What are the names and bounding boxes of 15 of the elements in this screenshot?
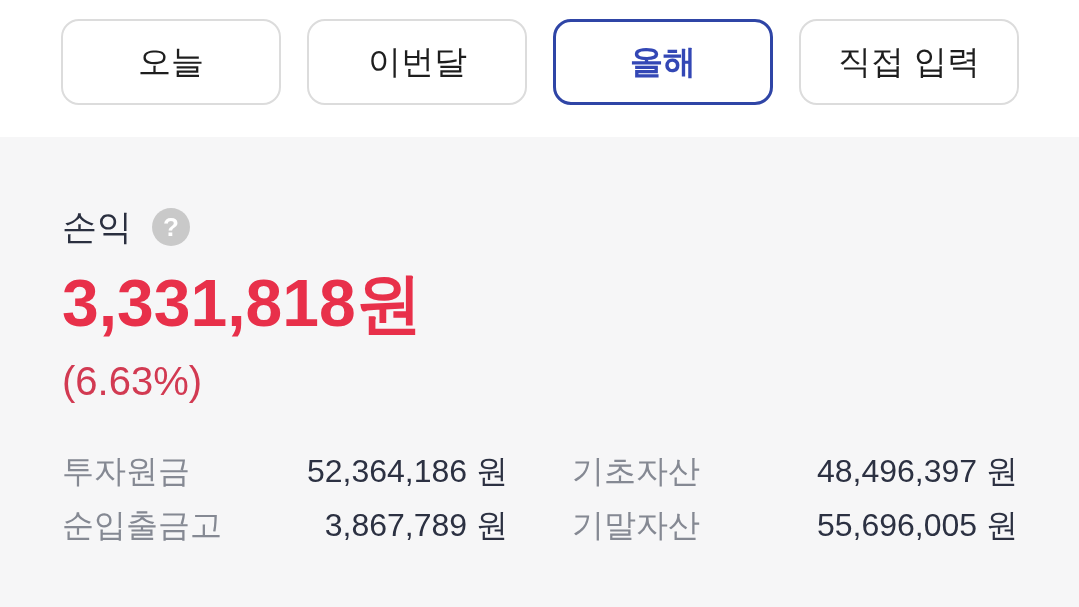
stat-value: 52,364,186 원 — [306, 452, 508, 491]
stat-label: 순입출금고 — [62, 506, 222, 545]
stat-label: 투자원금 — [62, 452, 190, 491]
profit-rate: (6.63%) — [62, 358, 203, 405]
stat-value: 3,867,789 원 — [324, 506, 508, 545]
stat-value: 55,696,005 원 — [816, 506, 1018, 545]
stat-label: 기초자산 — [572, 452, 700, 491]
stat-value: 48,496,397 원 — [816, 452, 1018, 491]
period-tab[interactable]: 오늘 — [61, 19, 281, 105]
profit-title: 손익 — [62, 206, 132, 248]
profit-amount: 3,331,818원 — [62, 265, 422, 341]
period-tab[interactable]: 이번달 — [307, 19, 527, 105]
period-tab[interactable]: 직접 입력 — [799, 19, 1019, 105]
period-tab[interactable]: 올해 — [553, 19, 773, 105]
stat-label: 기말자산 — [572, 506, 700, 545]
